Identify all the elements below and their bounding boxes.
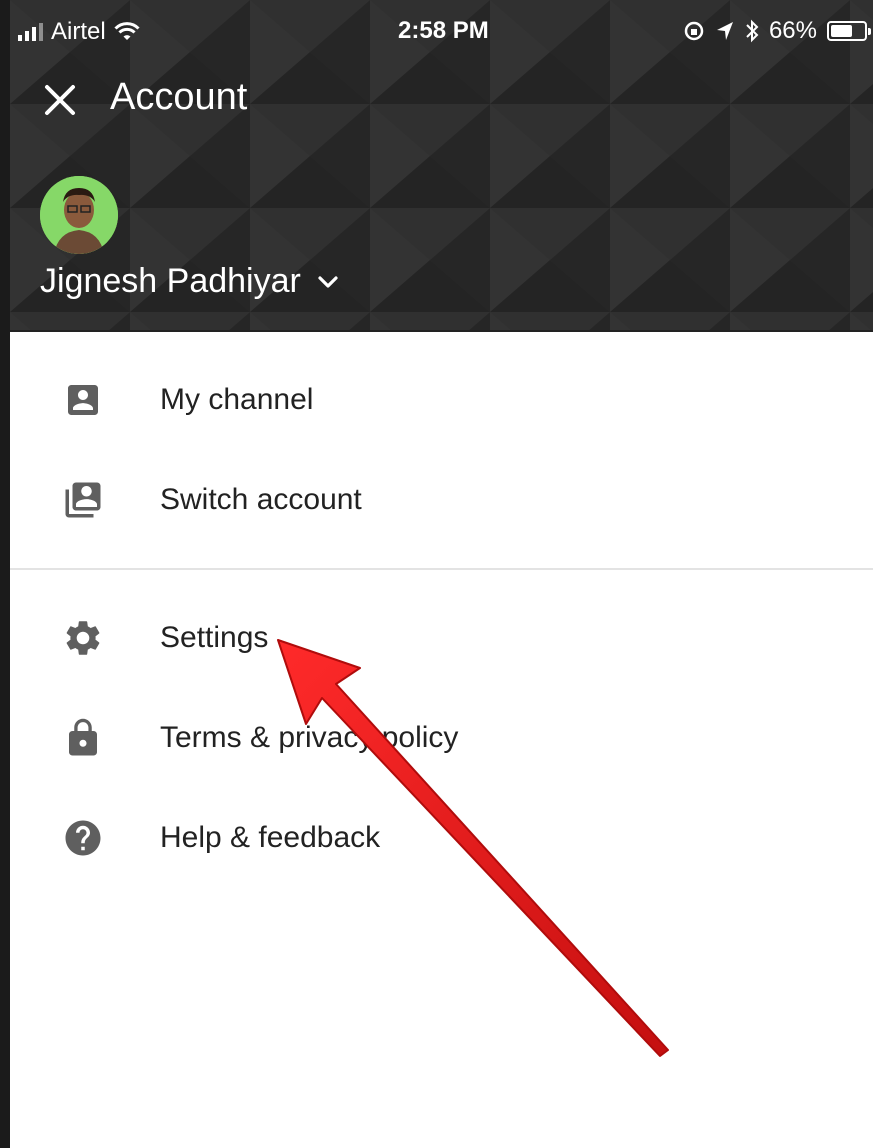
- carrier-label: Airtel: [51, 18, 106, 45]
- page-title: Account: [110, 76, 248, 118]
- account-box-icon: [60, 377, 106, 423]
- menu-item-switch-account[interactable]: Switch account: [10, 450, 873, 550]
- close-icon: [45, 85, 75, 115]
- menu-item-settings[interactable]: Settings: [10, 588, 873, 688]
- menu-item-label: Switch account: [160, 483, 362, 516]
- status-right: 66%: [683, 17, 871, 45]
- location-icon: [716, 22, 733, 40]
- menu-item-terms-privacy[interactable]: Terms & privacy policy: [10, 688, 873, 788]
- account-switcher[interactable]: Jignesh Padhiyar: [40, 262, 339, 301]
- avatar-image: [40, 176, 118, 254]
- menu-item-label: Settings: [160, 621, 269, 654]
- gear-icon: [60, 615, 106, 661]
- screenshot-frame: [0, 0, 10, 1148]
- menu-item-help-feedback[interactable]: Help & feedback: [10, 788, 873, 888]
- lock-icon: [60, 715, 106, 761]
- status-bar: Airtel 2:58 PM 66%: [10, 0, 873, 60]
- status-left: Airtel: [18, 18, 140, 46]
- menu-item-label: Terms & privacy policy: [160, 721, 459, 754]
- battery-icon: [827, 21, 871, 41]
- account-header: Airtel 2:58 PM 66% Account Jignesh Padhi…: [10, 0, 873, 332]
- chevron-down-icon: [318, 275, 338, 288]
- signal-icon: [18, 23, 43, 41]
- account-name: Jignesh Padhiyar: [40, 262, 301, 300]
- battery-fill: [831, 25, 852, 37]
- help-icon: [60, 815, 106, 861]
- battery-percent: 66%: [768, 17, 817, 44]
- close-button[interactable]: [38, 78, 82, 122]
- orientation-lock-icon: [684, 21, 704, 41]
- menu-item-my-channel[interactable]: My channel: [10, 350, 873, 450]
- status-time: 2:58 PM: [398, 17, 489, 44]
- menu-item-label: My channel: [160, 383, 314, 416]
- menu-divider: [10, 568, 873, 570]
- wifi-icon: [114, 22, 140, 40]
- bluetooth-icon: [746, 19, 759, 43]
- switch-account-icon: [60, 477, 106, 523]
- avatar[interactable]: [40, 176, 118, 254]
- menu-item-label: Help & feedback: [160, 821, 381, 854]
